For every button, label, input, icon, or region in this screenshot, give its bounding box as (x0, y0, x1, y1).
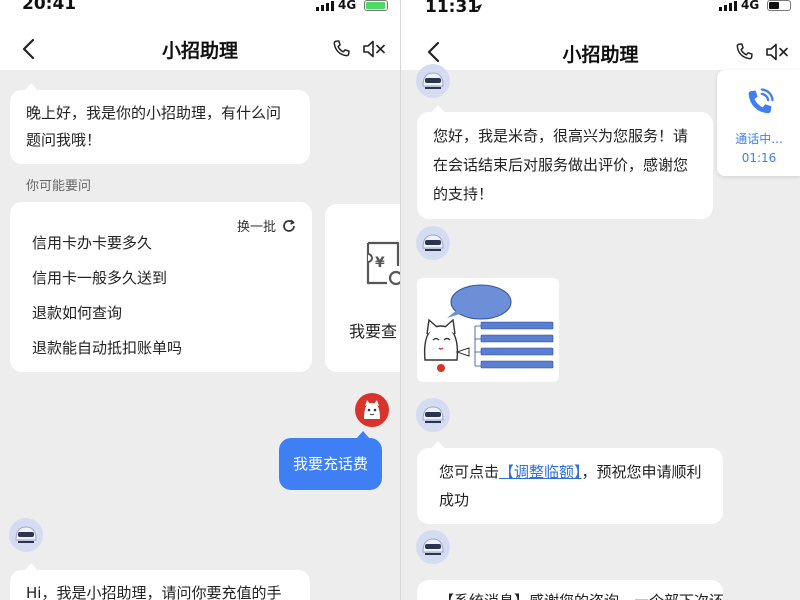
cat-infographic-image (423, 284, 554, 372)
phone-call-icon (748, 88, 774, 114)
agent-message-line: 您好，我是米奇，很高兴为您服务！请 (433, 127, 689, 145)
limit-message-line: 您可点击【调整临额】，预祝您申请顺利 (439, 458, 702, 486)
status-bar: 20:41 4G (0, 0, 400, 26)
agent-avatar (416, 530, 450, 564)
service-card-label: 我要查 (349, 322, 398, 341)
refresh-button[interactable]: 换一批 (237, 216, 296, 235)
call-status-label: 通话中... (735, 132, 783, 146)
signal-icon (719, 0, 737, 11)
adjust-limit-link[interactable]: 【调整临额】 (499, 463, 582, 481)
service-card[interactable]: ¥ 我要查 (325, 204, 400, 372)
bot-reply-bubble: Hi，我是小招助理，请问你要充值的手 (10, 563, 310, 600)
limit-message-line: 成功 (439, 491, 470, 509)
bot-avatar (9, 518, 43, 552)
mute-icon[interactable] (765, 41, 791, 63)
limit-adjust-bubble: 您可点击【调整临额】，预祝您申请顺利 成功 (417, 441, 723, 524)
agent-message-line: 在会话结束后对服务做出评价，感谢您 (433, 156, 689, 174)
left-chat-screen: 20:41 4G 小招助理 晚上好，我是你的小招助理，有什么问 题问我哦！ 你可… (0, 0, 400, 600)
agent-avatar (416, 226, 450, 260)
status-time: 11:31 (425, 0, 479, 17)
refresh-label: 换一批 (236, 220, 276, 235)
greeting-line: 题问我哦！ (26, 131, 102, 149)
nav-bar: 小招助理 (401, 26, 800, 70)
agent-message-line: 的支持！ (433, 185, 494, 203)
limit-message-suffix: ，预祝您申请顺利 (581, 463, 702, 481)
user-message-bubble: 我要充话费 (279, 431, 383, 490)
refresh-icon (283, 219, 295, 232)
battery-icon (767, 0, 791, 11)
yuan-glyph: ¥ (375, 255, 385, 271)
phone-icon[interactable] (733, 41, 755, 63)
greeting-line: 晚上好，我是你的小招助理，有什么问 (26, 104, 282, 122)
system-message-bubble: 【系统消息】感谢您的咨询，ー个部下次还 (417, 580, 723, 600)
greeting-bubble: 晚上好，我是你的小招助理，有什么问 题问我哦！ (10, 83, 310, 164)
signal-icon (316, 0, 334, 11)
question-item[interactable]: 信用卡一般多久送到 (32, 267, 167, 288)
call-status-card[interactable]: 通话中... 01:16 (717, 70, 800, 176)
battery-icon (364, 0, 388, 11)
network-label: 4G (338, 0, 357, 12)
limit-message-prefix: 您可点击 (439, 463, 500, 481)
status-bar: 11:31 4G (401, 0, 800, 26)
question-item[interactable]: 退款能自动抵扣账单吗 (32, 337, 182, 358)
bot-reply-text: Hi，我是小招助理，请问你要充值的手 (26, 584, 282, 600)
agent-avatar (416, 64, 450, 98)
info-image-card[interactable] (417, 278, 559, 382)
right-chat-screen: 11:31 4G 小招助理 通话中... 01:16 您好，我是米奇，很高兴为您… (400, 0, 800, 600)
agent-avatar (416, 398, 450, 432)
suggest-caption: 你可能要问 (26, 179, 92, 194)
network-label: 4G (741, 0, 760, 12)
nav-bar: 小招助理 (0, 26, 400, 70)
location-icon (474, 4, 482, 12)
system-message-text: 【系统消息】感谢您的咨询，ー个部下次还 (439, 588, 723, 600)
status-time-text: 11:31 (425, 0, 480, 17)
question-item[interactable]: 退款如何查询 (32, 302, 122, 323)
status-time: 20:41 (22, 0, 77, 14)
phone-icon[interactable] (330, 38, 352, 60)
mute-icon[interactable] (362, 38, 388, 60)
suggested-questions-card: 换一批 信用卡办卡要多久 信用卡一般多久送到 退款如何查询 退款能自动抵扣账单吗 (10, 202, 312, 372)
user-avatar (355, 393, 389, 427)
question-item[interactable]: 信用卡办卡要多久 (32, 232, 152, 253)
bill-icon: ¥ (366, 241, 400, 286)
agent-welcome-bubble: 您好，我是米奇，很高兴为您服务！请 在会话结束后对服务做出评价，感谢您 的支持！ (417, 105, 713, 219)
call-duration: 01:16 (741, 151, 777, 165)
